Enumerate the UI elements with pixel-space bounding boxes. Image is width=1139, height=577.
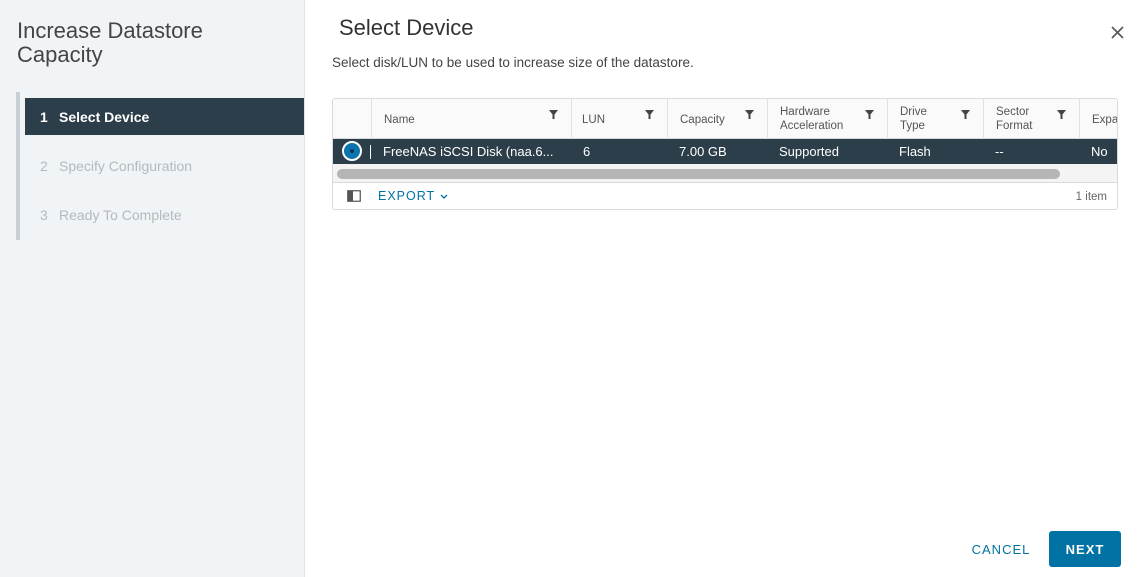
column-label: Name bbox=[384, 114, 415, 126]
wizard-steps: 1 Select Device 2 Specify Configuration … bbox=[16, 92, 305, 240]
grid-footer: EXPORT 1 item bbox=[333, 184, 1117, 209]
row-divider bbox=[370, 145, 371, 159]
filter-icon[interactable] bbox=[961, 110, 970, 119]
cell-hardware-acceleration: Supported bbox=[779, 144, 839, 159]
grid-header: Name LUN Capacity Hardware Acceleration … bbox=[333, 99, 1118, 139]
cell-name: FreeNAS iSCSI Disk (naa.6... bbox=[383, 144, 554, 159]
step-select-device[interactable]: 1 Select Device bbox=[25, 98, 304, 135]
cell-capacity: 7.00 GB bbox=[679, 144, 727, 159]
row-select-radio[interactable] bbox=[342, 141, 362, 161]
filter-icon[interactable] bbox=[549, 110, 558, 119]
cell-lun: 6 bbox=[583, 144, 591, 159]
page-subtitle: Select disk/LUN to be used to increase s… bbox=[332, 55, 694, 70]
column-header-hardware-acceleration[interactable]: Hardware Acceleration bbox=[767, 99, 887, 139]
chevron-down-icon bbox=[440, 194, 448, 199]
wizard-dialog: Increase Datastore Capacity 1 Select Dev… bbox=[0, 0, 1139, 577]
item-count: 1 item bbox=[1075, 191, 1107, 203]
column-label: Sector Format bbox=[996, 106, 1033, 132]
column-label: Hardware Acceleration bbox=[780, 106, 844, 132]
column-label: Drive Type bbox=[900, 106, 927, 132]
scrollbar-thumb[interactable] bbox=[337, 169, 1060, 179]
close-icon[interactable] bbox=[1108, 22, 1128, 42]
step-ready-to-complete: 3 Ready To Complete bbox=[25, 196, 304, 233]
column-label: LUN bbox=[582, 114, 606, 126]
step-number: 3 bbox=[40, 206, 48, 223]
column-header-expandable[interactable]: Expa bbox=[1079, 99, 1118, 139]
column-label: Expa bbox=[1092, 114, 1118, 126]
export-label: EXPORT bbox=[378, 189, 435, 203]
filter-icon[interactable] bbox=[745, 110, 754, 119]
page-title: Select Device bbox=[339, 15, 474, 40]
step-label: Ready To Complete bbox=[59, 206, 182, 223]
cell-sector-format: -- bbox=[995, 144, 1004, 159]
next-button[interactable]: NEXT bbox=[1049, 531, 1121, 567]
wizard-sidebar: Increase Datastore Capacity 1 Select Dev… bbox=[0, 0, 305, 577]
step-specify-configuration: 2 Specify Configuration bbox=[25, 147, 304, 184]
cell-expandable: No bbox=[1091, 144, 1108, 159]
filter-icon[interactable] bbox=[865, 110, 874, 119]
filter-icon[interactable] bbox=[1057, 110, 1066, 119]
filter-icon[interactable] bbox=[645, 110, 654, 119]
step-label: Select Device bbox=[59, 108, 150, 125]
step-label: Specify Configuration bbox=[59, 157, 193, 174]
horizontal-scrollbar[interactable] bbox=[333, 164, 1117, 183]
column-header-drive-type[interactable]: Drive Type bbox=[887, 99, 983, 139]
wizard-title: Increase Datastore Capacity bbox=[17, 18, 203, 67]
column-header-name[interactable]: Name bbox=[371, 99, 571, 139]
select-column-header bbox=[333, 99, 371, 139]
column-header-lun[interactable]: LUN bbox=[571, 99, 667, 139]
device-grid: Name LUN Capacity Hardware Acceleration … bbox=[332, 98, 1118, 210]
column-header-capacity[interactable]: Capacity bbox=[667, 99, 767, 139]
cell-drive-type: Flash bbox=[899, 144, 931, 159]
step-number: 1 bbox=[40, 108, 48, 125]
step-number: 2 bbox=[40, 157, 48, 174]
column-header-sector-format[interactable]: Sector Format bbox=[983, 99, 1079, 139]
column-label: Capacity bbox=[680, 114, 725, 126]
column-toggle-icon[interactable] bbox=[347, 190, 361, 202]
cancel-button[interactable]: CANCEL bbox=[965, 532, 1037, 566]
export-button[interactable]: EXPORT bbox=[378, 189, 448, 203]
table-row[interactable]: FreeNAS iSCSI Disk (naa.6... 6 7.00 GB S… bbox=[333, 139, 1117, 164]
